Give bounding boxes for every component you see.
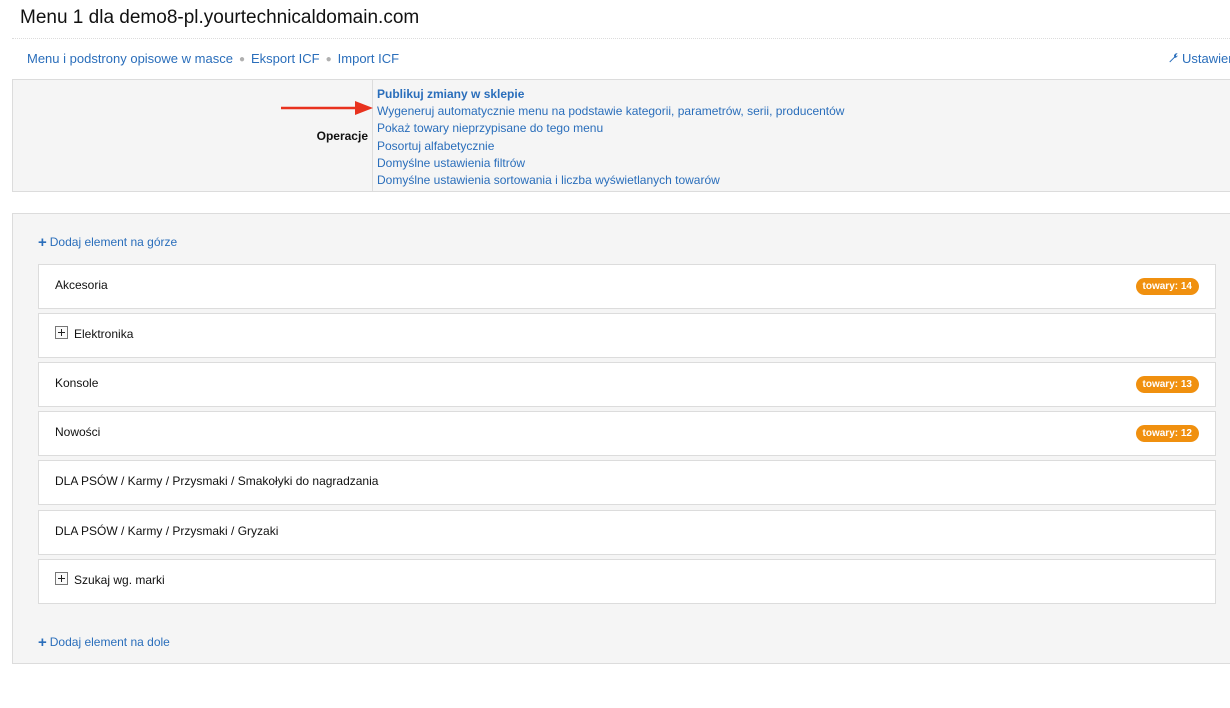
tree-item-elektronika[interactable]: Elektronika	[38, 313, 1216, 358]
product-count-badge: towary: 13	[1135, 376, 1199, 393]
subnav-separator-dot: ●	[325, 54, 332, 65]
expand-plus-icon[interactable]	[55, 572, 68, 585]
add-element-bottom-label: Dodaj element na dole	[49, 635, 170, 649]
product-count-badge: towary: 14	[1135, 278, 1199, 295]
operations-panel: Operacje Publikuj zmiany w sklepie Wygen…	[12, 79, 1230, 192]
tree-item-label: DLA PSÓW / Karmy / Przysmaki / Smakołyki…	[55, 474, 379, 488]
tree-item-dla-psow-smakolyki[interactable]: DLA PSÓW / Karmy / Przysmaki / Smakołyki…	[38, 460, 1216, 505]
tree-item-label: Akcesoria	[55, 278, 108, 292]
expand-plus-icon[interactable]	[55, 326, 68, 339]
subnav-link-mass-menu[interactable]: Menu i podstrony opisowe w masce	[27, 51, 233, 66]
add-element-top-link[interactable]: + Dodaj element na górze	[38, 233, 178, 251]
tree-item-konsole[interactable]: Konsole towary: 13	[38, 362, 1216, 407]
page-title: Menu 1 dla demo8-pl.yourtechnicaldomain.…	[20, 7, 420, 28]
subnav-link-export-icf[interactable]: Eksport ICF	[251, 51, 320, 66]
product-count-badge: towary: 12	[1135, 425, 1199, 442]
operations-links: Publikuj zmiany w sklepie Wygeneruj auto…	[377, 86, 844, 189]
subnav-separator-dot: ●	[238, 54, 245, 65]
settings-link[interactable]: Ustawienia	[1168, 51, 1230, 66]
tree-item-label: Konsole	[55, 376, 99, 390]
red-arrow-icon	[281, 101, 373, 115]
op-default-filter-settings[interactable]: Domyślne ustawienia filtrów	[377, 155, 844, 172]
subnav: Menu i podstrony opisowe w masce ● Eksport…	[27, 51, 1230, 67]
operations-label: Operacje	[316, 129, 368, 143]
add-element-bottom-link[interactable]: + Dodaj element na dole	[38, 633, 170, 651]
tree-item-label: Szukaj wg. marki	[74, 573, 165, 587]
settings-label: Ustawienia	[1182, 51, 1230, 66]
tree-item-akcesoria[interactable]: Akcesoria towary: 14	[38, 264, 1216, 309]
tree-item-label: Nowości	[55, 425, 101, 439]
subnav-link-import-icf[interactable]: Import ICF	[338, 51, 399, 66]
add-element-top-label: Dodaj element na górze	[49, 235, 178, 249]
wrench-icon	[1168, 52, 1179, 66]
plus-icon: +	[38, 634, 47, 651]
op-default-sort-settings[interactable]: Domyślne ustawienia sortowania i liczba …	[377, 172, 844, 189]
op-auto-generate-menu[interactable]: Wygeneruj automatycznie menu na podstawi…	[377, 103, 844, 120]
plus-icon: +	[38, 234, 47, 251]
tree-item-szukaj-wg-marki[interactable]: Szukaj wg. marki	[38, 559, 1216, 604]
op-publish-changes[interactable]: Publikuj zmiany w sklepie	[377, 86, 844, 103]
tree-item-nowosci[interactable]: Nowości towary: 12	[38, 411, 1216, 456]
tree-item-dla-psow-gryzaki[interactable]: DLA PSÓW / Karmy / Przysmaki / Gryzaki	[38, 510, 1216, 555]
op-sort-alphabetically[interactable]: Posortuj alfabetycznie	[377, 138, 844, 155]
tree-item-label: Elektronika	[74, 327, 134, 341]
menu-tree-panel: + Dodaj element na górze Akcesoria towary…	[12, 213, 1230, 664]
tree-item-label: DLA PSÓW / Karmy / Przysmaki / Gryzaki	[55, 524, 279, 538]
op-show-unassigned-products[interactable]: Pokaż towary nieprzypisane do tego menu	[377, 120, 844, 137]
title-divider	[12, 38, 1230, 39]
operations-label-cell: Operacje	[13, 80, 373, 191]
